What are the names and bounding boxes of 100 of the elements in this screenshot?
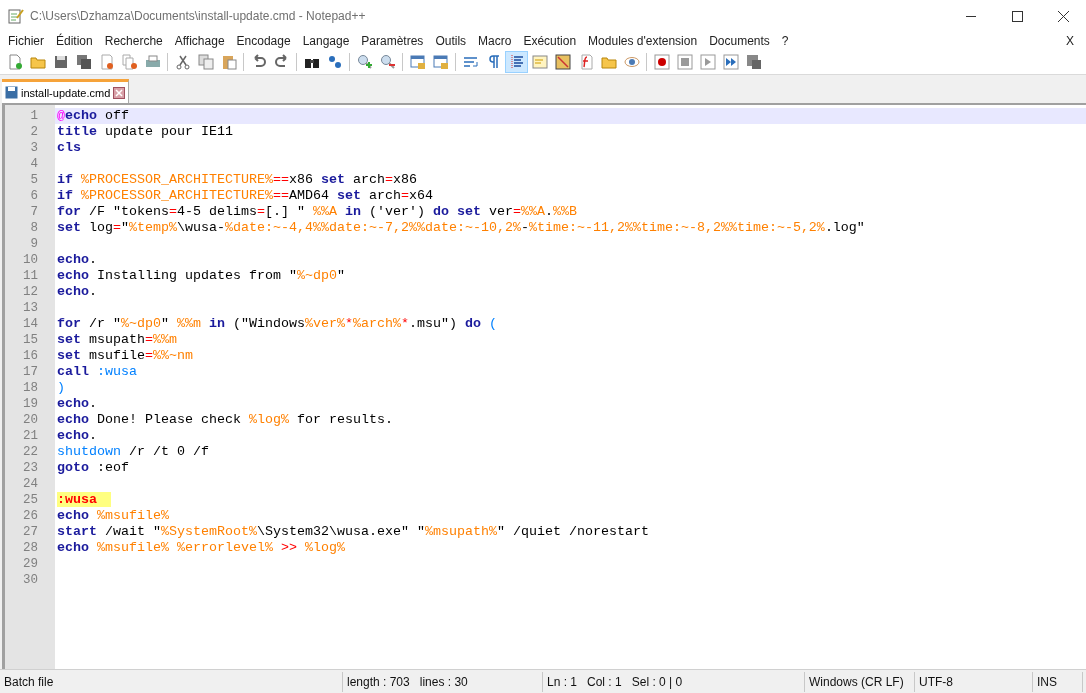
line-number: 14 — [22, 316, 39, 332]
record-icon — [653, 54, 670, 70]
line-number: 12 — [22, 284, 39, 300]
code-line: set msufile=%%~nm — [56, 348, 194, 364]
code-line: echo. — [56, 396, 98, 412]
close-document-button[interactable]: X — [1066, 34, 1080, 48]
menu-item[interactable]: Fichier — [6, 34, 51, 48]
line-number: 7 — [29, 204, 39, 220]
line-number: 3 — [29, 140, 39, 156]
code-line: if %PROCESSOR_ARCHITECTURE%==x86 set arch=x86 — [56, 172, 418, 188]
code-line: call :wusa — [56, 364, 138, 380]
file-type: Batch file — [4, 674, 54, 689]
menu-item[interactable]: Recherche — [102, 34, 170, 48]
line-number: 19 — [22, 396, 39, 412]
line-number: 20 — [22, 412, 39, 428]
line-number: 18 — [22, 380, 39, 396]
menu-item[interactable]: Documents — [707, 34, 777, 48]
line-number: 29 — [22, 556, 39, 572]
menu-item[interactable]: Outils — [433, 34, 474, 48]
close-tab-icon[interactable] — [113, 86, 126, 99]
fast-forward-icon — [722, 54, 739, 70]
selection-info: Sel : 0 | 0 — [631, 674, 683, 689]
code-line: echo Installing updates from "%~dp0" — [56, 268, 346, 284]
code-line: for /F "tokens=4-5 delims=[.] " %%A in ('ver') do set ver=%%A.%%B — [56, 204, 578, 220]
redo-icon — [273, 54, 290, 70]
menu-item[interactable]: Affichage — [172, 34, 232, 48]
code-line: start /wait "%SystemRoot%\System32\wusa.exe" "%msupath%" /quiet /norestart — [56, 524, 650, 540]
line-number: 26 — [22, 508, 39, 524]
encoding: UTF-8 — [919, 674, 953, 689]
code-line: echo Done! Please check %log% for results. — [56, 412, 394, 428]
line-number: 11 — [22, 268, 39, 284]
stop-icon — [676, 54, 693, 70]
document-plus-icon — [6, 54, 23, 70]
wrap-lines-icon — [462, 54, 479, 70]
zoom-out-icon — [379, 54, 396, 70]
menu-item[interactable]: Encodage — [234, 34, 298, 48]
code-line: if %PROCESSOR_ARCHITECTURE%==AMD64 set arch=x64 — [56, 188, 434, 204]
menu-item[interactable]: Édition — [54, 34, 100, 48]
indent-lines-icon — [508, 54, 525, 70]
menu-item[interactable]: Exécution — [521, 34, 584, 48]
column-position: Col : 1 — [587, 674, 622, 689]
line-number: 21 — [22, 428, 39, 444]
code-line: echo. — [56, 428, 98, 444]
code-line: set log="%temp%\wusa-%date:~-4,4%%date:~-7,2%%date:~-10,2%-%time:~-11,2%%time:~-8,2%%time:~-5,2%.log" — [56, 220, 866, 236]
line-number: 6 — [29, 188, 39, 204]
map-icon — [554, 54, 571, 70]
line-number: 9 — [29, 236, 39, 252]
copy-icon — [197, 54, 214, 70]
line-number: 27 — [22, 524, 39, 540]
folder-icon — [29, 54, 46, 70]
line-number: 15 — [22, 332, 39, 348]
maximize-icon — [1011, 10, 1023, 22]
line-number: 1 — [29, 108, 39, 124]
documents-minus-icon — [121, 54, 138, 70]
code-line: echo %msufile% — [56, 508, 170, 524]
code-line: cls — [56, 140, 82, 156]
scissors-icon — [174, 54, 191, 70]
code-line: goto :eof — [56, 460, 130, 476]
code-line: set msupath=%%m — [56, 332, 178, 348]
indent-guide-button[interactable] — [505, 51, 528, 73]
line-number: 8 — [29, 220, 39, 236]
line-number: 10 — [22, 252, 39, 268]
notepad-icon — [8, 8, 24, 24]
menu-item[interactable]: Paramètres — [359, 34, 431, 48]
menu-item[interactable]: Macro — [476, 34, 519, 48]
line-number: 23 — [22, 460, 39, 476]
code-line: echo. — [56, 284, 98, 300]
eye-icon — [623, 54, 640, 70]
file-tab[interactable]: install-update.cmd — [2, 79, 130, 103]
code-line: echo %msufile% %errorlevel% >> %log% — [56, 540, 346, 556]
code-line: :wusa — [55, 492, 1086, 508]
code-line: shutdown /r /t 0 /f — [56, 444, 210, 460]
play-icon — [699, 54, 716, 70]
zoom-in-icon — [356, 54, 373, 70]
line-number: 30 — [22, 572, 39, 588]
line-number: 4 — [29, 156, 39, 172]
code-line: for /r "%~dp0" %%m in ("Windows%ver%*%arch%*.msu") do ( — [56, 316, 498, 332]
window-lock-icon — [409, 54, 426, 70]
line-position: Ln : 1 — [547, 674, 578, 689]
insert-mode: INS — [1037, 674, 1057, 689]
clipboard-icon — [220, 54, 237, 70]
menu-item[interactable]: Langage — [300, 34, 357, 48]
menu-item[interactable]: ? — [779, 34, 796, 48]
lines-count: lines : 30 — [419, 674, 468, 689]
line-number: 2 — [29, 124, 39, 140]
code-line: echo. — [56, 252, 98, 268]
line-number: 5 — [29, 172, 39, 188]
code-line: ) — [56, 380, 66, 396]
line-number: 17 — [22, 364, 39, 380]
length-count: length : 703 — [347, 674, 410, 689]
line-number: 28 — [22, 540, 39, 556]
code-line: title update pour IE11 — [56, 124, 234, 140]
line-number: 13 — [22, 300, 39, 316]
folder-icon — [600, 54, 617, 70]
close-icon — [1057, 10, 1069, 22]
line-number: 25 — [22, 492, 39, 508]
line-ending: Windows (CR LF) — [809, 674, 904, 689]
menu-item[interactable]: Modules d'extension — [586, 34, 705, 48]
window-lock-icon — [432, 54, 449, 70]
folder-lines-icon — [531, 54, 548, 70]
